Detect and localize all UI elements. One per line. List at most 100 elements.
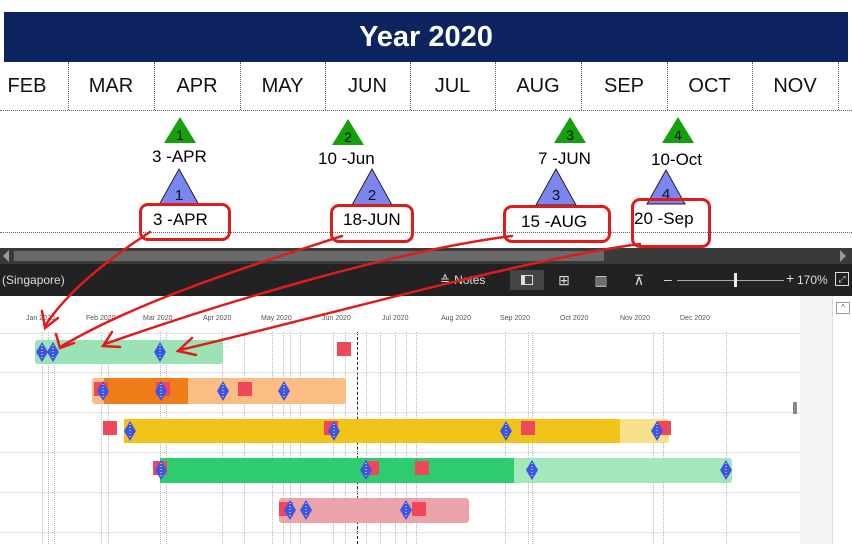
scroll-left-arrow-icon[interactable] xyxy=(3,250,9,262)
notes-icon: ≙ xyxy=(440,273,451,287)
zoom-slider-thumb[interactable] xyxy=(734,273,737,287)
row-separator xyxy=(0,452,800,453)
slide-show-icon: ⊼ xyxy=(633,271,645,288)
month-mar: MAR xyxy=(88,74,134,97)
normal-view-button[interactable] xyxy=(510,270,544,290)
task-bar-3-progress xyxy=(124,419,620,443)
green-milestone-1[interactable]: 1 xyxy=(163,116,197,144)
zoom-level[interactable]: 170% xyxy=(797,273,828,287)
blue-diamond-milestone[interactable] xyxy=(300,500,312,520)
red-marker[interactable] xyxy=(412,502,426,516)
month-tick: Apr 2020 xyxy=(203,315,232,322)
blue-diamond-milestone[interactable] xyxy=(217,381,229,401)
collapse-chevron-icon[interactable]: ^ xyxy=(836,302,850,314)
blue-milestone-2[interactable]: 2 xyxy=(351,168,393,206)
green-milestone-date: 10-Oct xyxy=(651,150,703,169)
month-jun: JUN xyxy=(348,74,387,97)
vertical-scroll-indicator[interactable] xyxy=(793,402,797,414)
fit-to-window-icon[interactable]: ⤢ xyxy=(835,272,849,286)
month-tick: Oct 2020 xyxy=(560,315,589,322)
green-milestone-3[interactable]: 3 xyxy=(553,116,587,144)
red-marker[interactable] xyxy=(238,382,252,396)
row-separator xyxy=(0,372,800,373)
green-milestone-date: 7 -JUN xyxy=(538,149,591,168)
format-pane-panel xyxy=(832,296,852,544)
green-milestone-date: 3 -APR xyxy=(152,147,207,166)
green-milestone-4[interactable]: 4 xyxy=(661,116,695,144)
row-separator xyxy=(0,492,800,493)
zoom-in-button[interactable]: + xyxy=(786,270,794,286)
task-bar-1[interactable] xyxy=(35,340,223,364)
notes-label: Notes xyxy=(454,273,486,287)
blue-diamond-milestone[interactable] xyxy=(526,460,538,480)
blue-diamond-milestone[interactable] xyxy=(124,421,136,441)
month-aug: AUG xyxy=(516,74,560,97)
blue-diamond-milestone[interactable] xyxy=(720,460,732,480)
green-milestone-number: 4 xyxy=(674,127,682,143)
blue-diamond-milestone[interactable] xyxy=(651,421,663,441)
green-milestone-number: 3 xyxy=(566,127,574,143)
blue-diamond-milestone[interactable] xyxy=(500,421,512,441)
language-region: (Singapore) xyxy=(2,273,65,287)
green-milestone-date: 10 -Jun xyxy=(318,149,375,168)
gantt-chart: Jan 2020 Feb 2020 Mar 2020 Apr 2020 May … xyxy=(0,296,800,544)
red-marker[interactable] xyxy=(415,461,429,475)
month-tick: Jul 2020 xyxy=(382,315,409,322)
task-bar-2-progress xyxy=(104,378,188,404)
month-tick: Jun 2020 xyxy=(322,315,351,322)
blue-milestone-date: 15 -AUG xyxy=(521,212,588,231)
month-tick: Dec 2020 xyxy=(680,315,710,322)
slide-show-button[interactable]: ⊼ xyxy=(628,270,650,290)
blue-milestone-number: 1 xyxy=(175,187,183,204)
scrollbar-thumb[interactable] xyxy=(14,251,604,261)
zoom-slider-track[interactable] xyxy=(677,280,784,281)
blue-milestone-number: 2 xyxy=(368,187,376,204)
blue-milestone-1[interactable]: 1 xyxy=(158,168,200,206)
status-bar: (Singapore) ≙ Notes ⊞ ▥ ⊼ – + 170% ⤢ xyxy=(0,264,852,296)
red-marker[interactable] xyxy=(521,421,535,435)
blue-diamond-milestone[interactable] xyxy=(97,381,109,401)
month-tick: May 2020 xyxy=(261,315,292,322)
blue-diamond-milestone[interactable] xyxy=(155,460,167,480)
green-milestone-2[interactable]: 2 xyxy=(331,118,365,146)
row-separator xyxy=(0,333,800,334)
reading-view-button[interactable]: ▥ xyxy=(590,270,612,290)
month-may: MAY xyxy=(261,74,304,97)
blue-milestone-date: 3 -APR xyxy=(153,210,208,229)
blue-milestone-date: 20 -Sep xyxy=(634,209,694,228)
blue-diamond-milestone[interactable] xyxy=(278,381,290,401)
row-separator xyxy=(0,412,800,413)
row-separator xyxy=(0,532,800,533)
month-tick: Feb 2020 xyxy=(86,315,116,322)
red-marker[interactable] xyxy=(337,342,351,356)
blue-diamond-milestone[interactable] xyxy=(360,460,372,480)
scroll-right-arrow-icon[interactable] xyxy=(840,250,846,262)
format-pane: ^ xyxy=(800,296,852,544)
timeline-slide: Year 2020 FEB MAR APR MAY JUN JUL AUG SE… xyxy=(0,0,852,248)
task-bar-4-progress xyxy=(160,458,514,483)
blue-diamond-milestone[interactable] xyxy=(47,342,59,362)
month-tick: Mar 2020 xyxy=(143,315,173,322)
month-nov: NOV xyxy=(773,74,817,97)
blue-milestone-date: 18-JUN xyxy=(343,210,401,229)
blue-diamond-milestone[interactable] xyxy=(400,500,412,520)
month-jul: JUL xyxy=(434,74,471,97)
normal-view-icon xyxy=(521,275,533,285)
slide-sorter-button[interactable]: ⊞ xyxy=(553,270,575,290)
gridline xyxy=(726,332,727,544)
red-marker[interactable] xyxy=(103,421,117,435)
month-row-bottom-line xyxy=(0,110,852,111)
year-title-bar: Year 2020 xyxy=(4,12,848,62)
blue-diamond-milestone[interactable] xyxy=(155,381,167,401)
green-milestone-number: 1 xyxy=(176,127,184,143)
zoom-out-button[interactable]: – xyxy=(664,271,672,287)
blue-diamond-milestone[interactable] xyxy=(154,342,166,362)
blue-milestone-number: 3 xyxy=(552,187,560,204)
blue-milestone-3[interactable]: 3 xyxy=(535,168,577,206)
slide-sorter-icon: ⊞ xyxy=(558,271,570,288)
notes-button[interactable]: ≙ Notes xyxy=(440,270,485,290)
blue-diamond-milestone[interactable] xyxy=(328,421,340,441)
month-tick: Sep 2020 xyxy=(500,315,530,322)
blue-diamond-milestone[interactable] xyxy=(284,500,296,520)
month-apr: APR xyxy=(176,74,218,97)
